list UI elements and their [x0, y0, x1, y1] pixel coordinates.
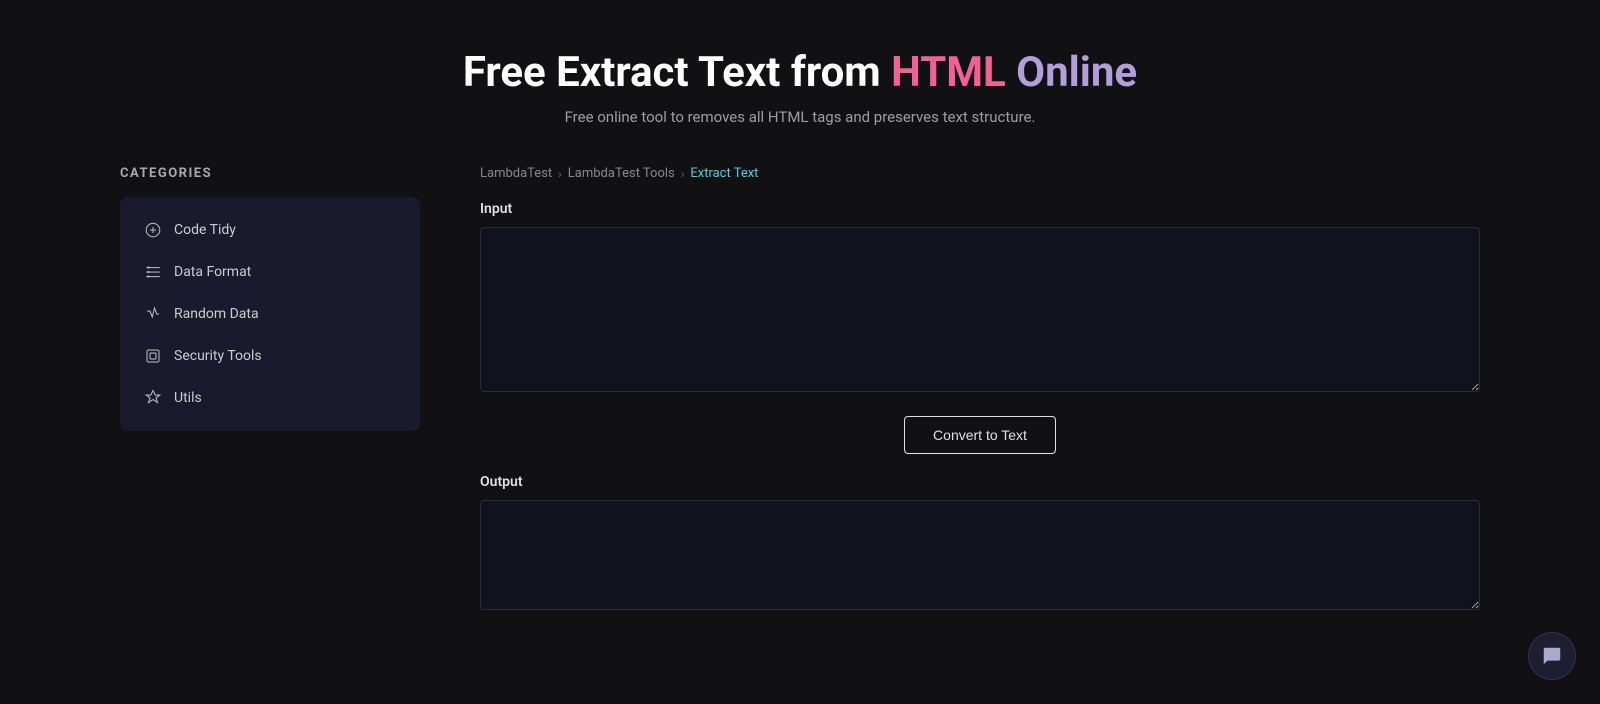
breadcrumb-sep-1: ›	[558, 167, 562, 181]
sidebar-item-data-format[interactable]: Data Format	[120, 251, 420, 293]
sidebar-item-label: Random Data	[174, 306, 259, 322]
sidebar: CATEGORIES Code Tidy Data Format	[120, 166, 420, 614]
main-layout: CATEGORIES Code Tidy Data Format	[0, 166, 1600, 614]
sidebar-item-code-tidy[interactable]: Code Tidy	[120, 209, 420, 251]
breadcrumb-lambdatest-tools[interactable]: LambdaTest Tools	[568, 166, 675, 181]
data-format-icon	[144, 263, 162, 281]
sidebar-item-label: Data Format	[174, 264, 251, 280]
breadcrumb-extract-text: Extract Text	[690, 166, 758, 181]
page-subtitle: Free online tool to removes all HTML tag…	[20, 108, 1580, 126]
sidebar-menu: Code Tidy Data Format Random Data	[120, 197, 420, 431]
output-label: Output	[480, 474, 1480, 490]
random-data-icon	[144, 305, 162, 323]
convert-button[interactable]: Convert to Text	[904, 416, 1056, 454]
title-highlight-online: Online	[1006, 48, 1137, 97]
chat-icon	[1541, 645, 1563, 667]
sidebar-item-label: Security Tools	[174, 348, 262, 364]
output-textarea[interactable]	[480, 500, 1480, 610]
sidebar-item-utils[interactable]: Utils	[120, 377, 420, 419]
sidebar-item-security-tools[interactable]: Security Tools	[120, 335, 420, 377]
title-highlight-html: HTML	[891, 48, 1006, 97]
breadcrumb-sep-2: ›	[681, 167, 685, 181]
page-title: Free Extract Text from HTML Online	[20, 48, 1580, 98]
code-tidy-icon	[144, 221, 162, 239]
security-tools-icon	[144, 347, 162, 365]
utils-icon	[144, 389, 162, 407]
sidebar-item-label: Utils	[174, 390, 202, 406]
chat-fab-button[interactable]	[1528, 632, 1576, 680]
categories-label: CATEGORIES	[120, 166, 420, 181]
content-area: LambdaTest › LambdaTest Tools › Extract …	[480, 166, 1480, 614]
page-header: Free Extract Text from HTML Online Free …	[0, 0, 1600, 166]
title-text-part1: Free Extract Text from	[463, 48, 891, 97]
input-label: Input	[480, 201, 1480, 217]
input-textarea[interactable]	[480, 227, 1480, 392]
breadcrumb: LambdaTest › LambdaTest Tools › Extract …	[480, 166, 1480, 181]
breadcrumb-lambdatest[interactable]: LambdaTest	[480, 166, 552, 181]
sidebar-item-label: Code Tidy	[174, 222, 236, 238]
sidebar-item-random-data[interactable]: Random Data	[120, 293, 420, 335]
button-row: Convert to Text	[480, 416, 1480, 454]
